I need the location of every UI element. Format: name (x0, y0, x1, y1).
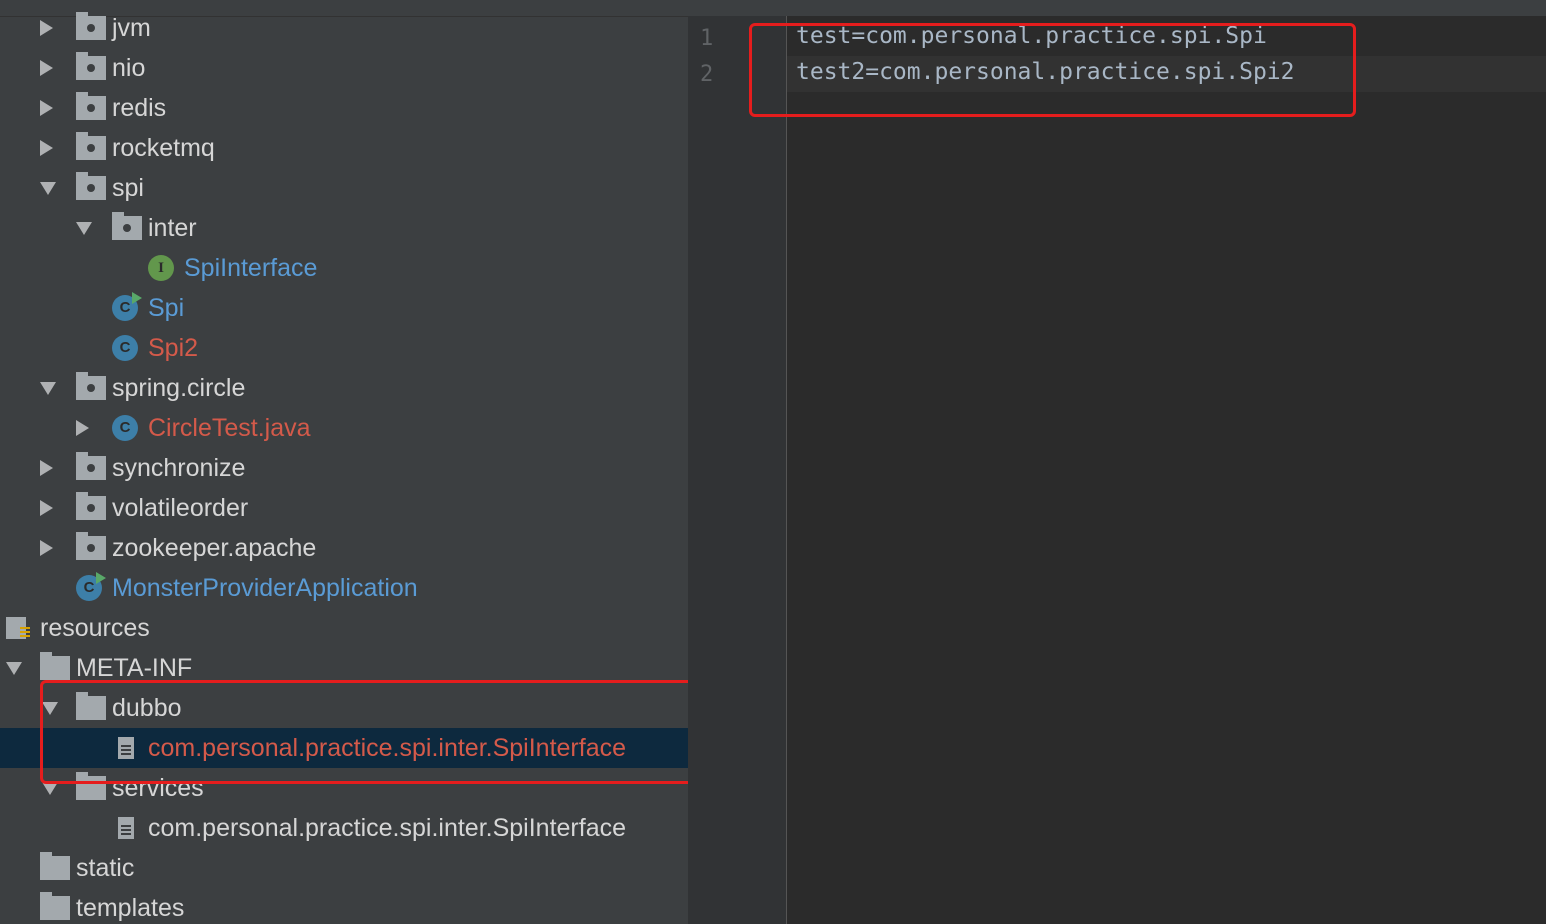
package-folder-icon (76, 532, 106, 560)
package-folder-icon (112, 212, 142, 240)
collapse-arrow-icon[interactable] (6, 662, 22, 675)
tree-item-volatileorder[interactable]: volatileorder (0, 488, 688, 528)
package-folder-icon (76, 132, 106, 160)
package-folder-icon (76, 52, 106, 80)
expand-arrow-icon[interactable] (40, 20, 53, 36)
tree-item-label: resources (40, 614, 150, 642)
tree-item-resources[interactable]: resources (0, 608, 688, 648)
tree-item-label: SpiInterface (184, 254, 318, 282)
interface-icon: I (148, 255, 174, 281)
tree-item-zookeeper-apache[interactable]: zookeeper.apache (0, 528, 688, 568)
tree-item-spi2-class[interactable]: C Spi2 (0, 328, 688, 368)
package-folder-icon (76, 12, 106, 40)
tree-item-circletest[interactable]: C CircleTest.java (0, 408, 688, 448)
package-folder-icon (76, 492, 106, 520)
tree-item-spi[interactable]: spi (0, 168, 688, 208)
expand-arrow-icon[interactable] (40, 500, 53, 516)
expand-arrow-icon[interactable] (40, 460, 53, 476)
expand-arrow-icon[interactable] (40, 540, 53, 556)
runnable-class-icon: C (112, 292, 142, 321)
tree-item-services-spi-file[interactable]: com.personal.practice.spi.inter.SpiInter… (0, 808, 688, 848)
tree-item-label: synchronize (112, 454, 246, 482)
editor-tab-bar (688, 0, 1546, 16)
tree-item-label: spi (112, 174, 144, 202)
collapse-arrow-icon[interactable] (40, 182, 56, 195)
tree-item-label: CircleTest.java (148, 414, 311, 442)
resources-folder-icon (6, 617, 30, 639)
tree-item-nio[interactable]: nio (0, 48, 688, 88)
folder-icon (40, 892, 70, 920)
tree-item-jvm[interactable]: jvm (0, 8, 688, 48)
tree-item-label: static (76, 854, 135, 882)
tree-item-label: templates (76, 894, 185, 922)
collapse-arrow-icon[interactable] (76, 222, 92, 235)
tree-item-label: inter (148, 214, 197, 242)
project-tree-panel: jvm nio redis rocketmq spi inter I SpiIn… (0, 0, 688, 924)
line-number: 2 (700, 62, 714, 87)
tree-item-label: spring.circle (112, 374, 246, 402)
package-folder-icon (76, 172, 106, 200)
line-number: 1 (700, 26, 714, 51)
highlight-box-code (749, 23, 1356, 117)
class-icon: C (112, 415, 138, 441)
editor-panel[interactable]: 1 2 test=com.personal.practice.spi.Spi t… (688, 0, 1546, 924)
tree-item-templates[interactable]: templates (0, 888, 688, 924)
tree-item-label: META-INF (76, 654, 193, 682)
tree-item-label: rocketmq (112, 134, 215, 162)
expand-arrow-icon[interactable] (40, 60, 53, 76)
tree-item-spring-circle[interactable]: spring.circle (0, 368, 688, 408)
tree-item-label: zookeeper.apache (112, 534, 317, 562)
package-folder-icon (76, 372, 106, 400)
tree-item-label: Spi2 (148, 334, 199, 362)
package-folder-icon (76, 452, 106, 480)
tree-item-label: redis (112, 94, 167, 122)
tree-item-label: volatileorder (112, 494, 249, 522)
tree-item-synchronize[interactable]: synchronize (0, 448, 688, 488)
runnable-class-icon: C (76, 572, 106, 601)
tree-item-spi-class[interactable]: C Spi (0, 288, 688, 328)
line-number-gutter (688, 16, 787, 924)
collapse-arrow-icon[interactable] (40, 382, 56, 395)
highlight-box-dubbo (40, 680, 688, 784)
tree-item-inter[interactable]: inter (0, 208, 688, 248)
class-icon: C (112, 335, 138, 361)
tree-item-label: Spi (148, 294, 185, 322)
expand-arrow-icon[interactable] (76, 420, 89, 436)
tree-item-label: nio (112, 54, 146, 82)
folder-icon (40, 652, 70, 680)
folder-icon (40, 852, 70, 880)
expand-arrow-icon[interactable] (40, 100, 53, 116)
tree-item-rocketmq[interactable]: rocketmq (0, 128, 688, 168)
text-file-icon (118, 817, 134, 839)
package-folder-icon (76, 92, 106, 120)
tree-item-monsterproviderapplication[interactable]: C MonsterProviderApplication (0, 568, 688, 608)
tree-item-redis[interactable]: redis (0, 88, 688, 128)
tree-item-label: MonsterProviderApplication (112, 574, 418, 602)
tree-item-spiinterface[interactable]: I SpiInterface (0, 248, 688, 288)
tree-item-label: jvm (112, 14, 151, 42)
tree-item-static[interactable]: static (0, 848, 688, 888)
tree-item-label: com.personal.practice.spi.inter.SpiInter… (148, 814, 627, 842)
expand-arrow-icon[interactable] (40, 140, 53, 156)
